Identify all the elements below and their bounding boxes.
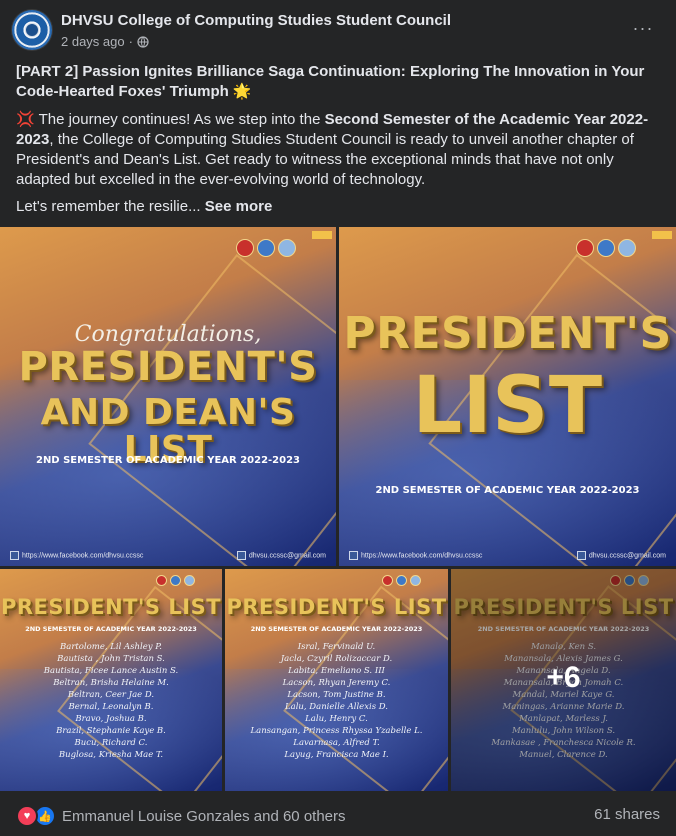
post-image-1[interactable]: Congratulations, PRESIDENT'S AND DEAN'S … — [0, 227, 336, 566]
post-paragraph-1: 💢 The journey continues! As we step into… — [16, 110, 664, 190]
facebook-url-text: https://www.facebook.com/dhvsu.ccssc — [22, 552, 144, 560]
poster-facebook-url: https://www.facebook.com/dhvsu.ccssc — [10, 551, 143, 560]
poster-title-line1: PRESIDENT'S — [343, 308, 672, 359]
logo-row — [575, 239, 636, 257]
council-seal-icon — [617, 239, 636, 257]
list-item: Lalu, Henry C. — [305, 714, 368, 724]
corner-badge — [312, 231, 332, 239]
college-seal-icon — [382, 575, 394, 586]
council-seal-icon — [277, 239, 296, 257]
poster-title-line2: LIST — [412, 361, 603, 451]
reactions-summary[interactable]: ♥ 👍 Emmanuel Louise Gonzales and 60 othe… — [16, 805, 346, 827]
list-item: Brazil, Stephanie Kaye B. — [56, 726, 166, 736]
list-item: Bernal, Leonalyn B. — [68, 702, 154, 712]
list-item: Lacson, Tom Justine B. — [287, 690, 386, 700]
post-image-4[interactable]: PRESIDENT'S LIST 2ND SEMESTER OF ACADEMI… — [225, 569, 448, 791]
seal-icon — [25, 23, 39, 37]
list-item: Labita, Emeliano S. III — [288, 666, 385, 676]
corner-badge — [652, 231, 672, 239]
paragraph-prefix: 💢 The journey continues! As we step into… — [16, 111, 325, 128]
list-item: Bucu, Richard C. — [74, 738, 148, 748]
list-item: Lavarnasa, Alfred T. — [293, 738, 380, 748]
poster-subtitle: 2ND SEMESTER OF ACADEMIC YEAR 2022-2023 — [375, 485, 640, 496]
list-item: Beltran, Brisha Helaine M. — [53, 678, 169, 688]
logo-row — [235, 239, 296, 257]
list-item: Lacson, Rhyan Jeremy C. — [282, 678, 391, 688]
poster-subtitle: 2ND SEMESTER OF ACADEMIC YEAR 2022-2023 — [35, 455, 301, 466]
list-item: Lansangan, Princess Rhyssa Yzabelle L. — [250, 726, 423, 736]
list-item: Jacla, Czyril Rolizaccar D. — [280, 654, 393, 664]
list-item: Isral, Fervinald U. — [297, 642, 376, 652]
poster-facebook-url: https://www.facebook.com/dhvsu.ccssc — [349, 551, 482, 560]
reaction-icons: ♥ 👍 — [16, 805, 56, 827]
email-text: dhvsu.ccssc@gmail.com — [588, 552, 666, 560]
college-seal-icon — [235, 239, 254, 257]
logo-row — [382, 575, 422, 586]
post-image-3[interactable]: PRESIDENT'S LIST 2ND SEMESTER OF ACADEMI… — [0, 569, 222, 791]
list-title: PRESIDENT'S LIST — [226, 595, 447, 619]
list-title: PRESIDENT'S LIST — [0, 595, 222, 619]
more-images-count: +6 — [546, 661, 581, 694]
poster-email: dhvsu.ccssc@gmail.com — [236, 551, 326, 560]
list-item: Bartolome, Lil Ashley P. — [60, 642, 162, 652]
facebook-icon — [349, 551, 358, 560]
university-seal-icon — [396, 575, 408, 586]
list-item: Lalu, Danielle Allexis D. — [285, 702, 388, 712]
list-item: Bravo, Joshua B. — [75, 714, 147, 724]
list-subtitle: 2ND SEMESTER OF ACADEMIC YEAR 2022-2023 — [250, 625, 423, 633]
facebook-icon — [10, 551, 19, 560]
council-seal-icon — [184, 575, 196, 586]
poster-email: dhvsu.ccssc@gmail.com — [576, 551, 666, 560]
list-item: Beltran, Ceer Jae D. — [67, 690, 155, 700]
more-options-button[interactable]: ··· — [627, 14, 659, 42]
globe-icon — [137, 35, 149, 48]
list-item: Bautista, Ficee Lance Austin S. — [43, 666, 179, 676]
logo-row — [156, 575, 196, 586]
name-list: Bartolome, Lil Ashley P. Bautista , John … — [0, 641, 222, 761]
mail-icon — [236, 551, 246, 560]
post-paragraph-2: Let's remember the resilie... See more — [16, 197, 664, 217]
name-list: Isral, Fervinald U. Jacla, Czyril Rolizac… — [225, 641, 448, 761]
council-seal-icon — [410, 575, 422, 586]
college-seal-icon — [575, 239, 594, 257]
page-name-link[interactable]: DHVSU College of Computing Studies Stude… — [61, 12, 451, 29]
poster-title-line1: PRESIDENT'S — [18, 344, 318, 390]
shares-count[interactable]: 61 shares — [594, 806, 660, 823]
heart-icon: ♥ — [16, 805, 38, 827]
post-image-5[interactable]: PRESIDENT'S LIST 2ND SEMESTER OF ACADEMI… — [451, 569, 676, 791]
college-seal-icon — [156, 575, 168, 586]
university-seal-icon — [256, 239, 275, 257]
timestamp-link[interactable]: 2 days ago — [61, 34, 125, 49]
paragraph-suffix: , the College of Computing Studies Stude… — [16, 131, 634, 188]
email-text: dhvsu.ccssc@gmail.com — [248, 552, 326, 560]
post-title: [PART 2] Passion Ignites Brilliance Saga… — [16, 63, 645, 100]
university-seal-icon — [596, 239, 615, 257]
list-item: Layug, Francisca Mae I. — [284, 750, 389, 760]
reactions-text[interactable]: Emmanuel Louise Gonzales and 60 others — [62, 808, 346, 825]
page-avatar[interactable] — [12, 10, 52, 50]
post-meta: 2 days ago · — [61, 34, 149, 49]
mail-icon — [576, 551, 586, 560]
paragraph-truncated: Let's remember the resilie... — [16, 198, 201, 215]
list-item: Buglosa, Kriesha Mae T. — [58, 750, 164, 760]
list-item: Bautista , John Tristan S. — [57, 654, 165, 664]
list-subtitle: 2ND SEMESTER OF ACADEMIC YEAR 2022-2023 — [25, 625, 197, 633]
facebook-url-text: https://www.facebook.com/dhvsu.ccssc — [361, 552, 483, 560]
post-image-2[interactable]: PRESIDENT'S LIST 2ND SEMESTER OF ACADEMI… — [339, 227, 676, 566]
meta-separator: · — [128, 34, 133, 49]
university-seal-icon — [170, 575, 182, 586]
facebook-post: DHVSU College of Computing Studies Stude… — [0, 0, 676, 836]
see-more-link[interactable]: See more — [205, 198, 273, 215]
